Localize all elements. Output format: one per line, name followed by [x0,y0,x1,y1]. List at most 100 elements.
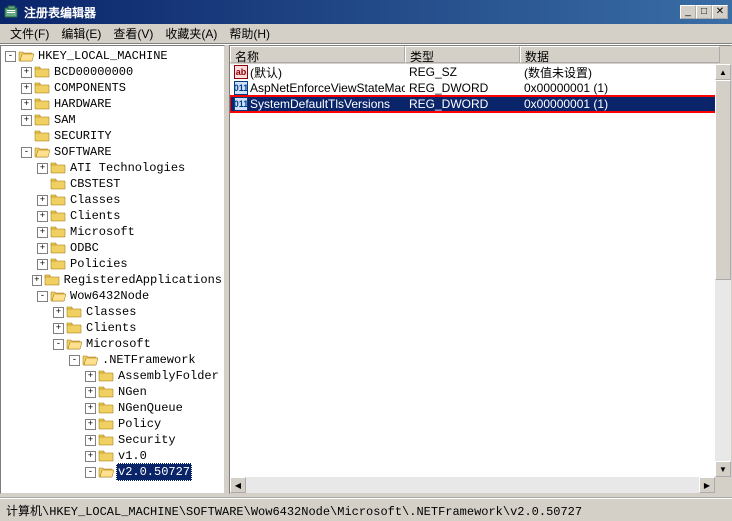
scroll-thumb[interactable] [715,80,731,280]
tree-toggle-icon[interactable]: + [21,83,32,94]
menu-file[interactable]: 文件(F) [4,23,55,44]
tree-item[interactable]: + Classes [1,304,224,320]
column-header-name[interactable]: 名称 [230,46,405,63]
tree-item[interactable]: + COMPONENTS [1,80,224,96]
folder-icon [34,113,50,127]
folder-icon [98,401,114,415]
tree-toggle-icon[interactable]: + [85,435,96,446]
tree-toggle-icon[interactable]: - [53,339,64,350]
tree-item[interactable]: + Clients [1,320,224,336]
menu-edit[interactable]: 编辑(E) [55,23,107,44]
tree-item[interactable]: +Security [1,432,224,448]
tree-item[interactable]: + SAM [1,112,224,128]
tree-toggle-icon[interactable]: + [32,275,42,286]
tree-toggle-icon[interactable]: + [85,451,96,462]
tree-toggle-icon[interactable]: + [37,195,48,206]
close-button[interactable]: ✕ [712,5,728,19]
tree-item[interactable]: -Wow6432Node [1,288,224,304]
menu-view[interactable]: 查看(V) [107,23,159,44]
list-row[interactable]: 011SystemDefaultTlsVersionsREG_DWORD0x00… [230,96,731,112]
folder-icon [44,273,60,287]
statusbar-path: 计算机\HKEY_LOCAL_MACHINE\SOFTWARE\Wow6432N… [6,502,582,519]
menu-favorites[interactable]: 收藏夹(A) [159,23,223,44]
tree-item-label: COMPONENTS [52,80,128,96]
tree-item[interactable]: +ATI Technologies [1,160,224,176]
folder-icon [98,433,114,447]
menu-help[interactable]: 帮助(H) [223,23,276,44]
tree-toggle-icon[interactable]: + [37,259,48,270]
tree-toggle-icon[interactable]: + [53,323,64,334]
tree-item-label: ODBC [68,240,101,256]
tree-toggle-icon[interactable]: + [85,387,96,398]
tree-item-label: Clients [68,208,122,224]
column-header-data[interactable]: 数据 [520,46,720,63]
tree-toggle-icon[interactable]: - [21,147,32,158]
tree-item[interactable]: -.NETFramework [1,352,224,368]
folder-icon [98,449,114,463]
folder-icon [34,97,50,111]
tree-toggle-icon[interactable]: + [85,419,96,430]
titlebar: 注册表编辑器 _ □ ✕ [0,0,732,24]
list-row[interactable]: ab(默认)REG_SZ(数值未设置) [230,64,731,80]
scroll-up-button[interactable]: ▲ [715,64,731,80]
column-header-type[interactable]: 类型 [405,46,520,63]
tree-item[interactable]: +v1.0 [1,448,224,464]
tree-item[interactable]: +HARDWARE [1,96,224,112]
tree-item[interactable]: + ODBC [1,240,224,256]
tree-item-label: Clients [84,320,138,336]
tree-item[interactable]: + NGenQueue [1,400,224,416]
tree-item-label: Classes [68,192,122,208]
scroll-down-button[interactable]: ▼ [715,461,731,477]
tree-item[interactable]: +NGen [1,384,224,400]
tree-toggle-icon[interactable]: + [21,115,32,126]
tree-item[interactable]: +Microsoft [1,224,224,240]
tree-item-label: Classes [84,304,138,320]
tree-item[interactable]: + Policy [1,416,224,432]
tree-toggle-icon[interactable]: + [37,243,48,254]
value-type: REG_DWORD [405,81,520,95]
folder-icon [18,49,34,63]
tree-item-label: NGenQueue [116,400,185,416]
folder-icon [34,129,50,143]
tree-toggle-icon[interactable]: + [37,211,48,222]
tree-item[interactable]: -v2.0.50727 [1,464,224,480]
window-title: 注册表编辑器 [24,4,680,21]
tree-item[interactable]: SECURITY [1,128,224,144]
value-data: 0x00000001 (1) [520,97,720,111]
tree-toggle-icon[interactable]: + [53,307,64,318]
tree-toggle-icon[interactable]: - [85,467,96,478]
tree-item[interactable]: + BCD00000000 [1,64,224,80]
value-type: REG_DWORD [405,97,520,111]
tree-item[interactable]: CBSTEST [1,176,224,192]
tree-item[interactable]: +RegisteredApplications [1,272,224,288]
list-row[interactable]: 011AspNetEnforceViewStateMacREG_DWORD0x0… [230,80,731,96]
tree-item-label: BCD00000000 [52,64,135,80]
tree-toggle-icon[interactable]: + [21,99,32,110]
minimize-button[interactable]: _ [680,5,696,19]
tree-panel[interactable]: -HKEY_LOCAL_MACHINE + BCD00000000 + COMPONEN… [0,45,225,494]
maximize-button[interactable]: □ [696,5,712,19]
tree-toggle-icon[interactable]: + [85,371,96,382]
vertical-scrollbar[interactable]: ▲ ▼ [715,64,731,477]
tree-toggle-icon[interactable]: - [5,51,16,62]
tree-toggle-icon[interactable]: + [85,403,96,414]
tree-item[interactable]: + Clients [1,208,224,224]
tree-toggle-icon[interactable]: + [37,163,48,174]
tree-item[interactable]: -SOFTWARE [1,144,224,160]
tree-item[interactable]: +AssemblyFolder [1,368,224,384]
tree-item[interactable]: -HKEY_LOCAL_MACHINE [1,48,224,64]
tree-item-label: SECURITY [52,128,114,144]
folder-icon [98,417,114,431]
scroll-left-button[interactable]: ◀ [230,477,246,493]
tree-item-label: SAM [52,112,78,128]
tree-item[interactable]: + Classes [1,192,224,208]
tree-item[interactable]: +Policies [1,256,224,272]
scroll-right-button[interactable]: ▶ [699,477,715,493]
tree-toggle-icon[interactable]: - [69,355,80,366]
horizontal-scrollbar[interactable]: ◀ ▶ [230,477,715,493]
tree-item[interactable]: -Microsoft [1,336,224,352]
tree-toggle-icon[interactable]: + [37,227,48,238]
tree-item-label: Policy [116,416,163,432]
tree-toggle-icon[interactable]: + [21,67,32,78]
tree-toggle-icon[interactable]: - [37,291,48,302]
